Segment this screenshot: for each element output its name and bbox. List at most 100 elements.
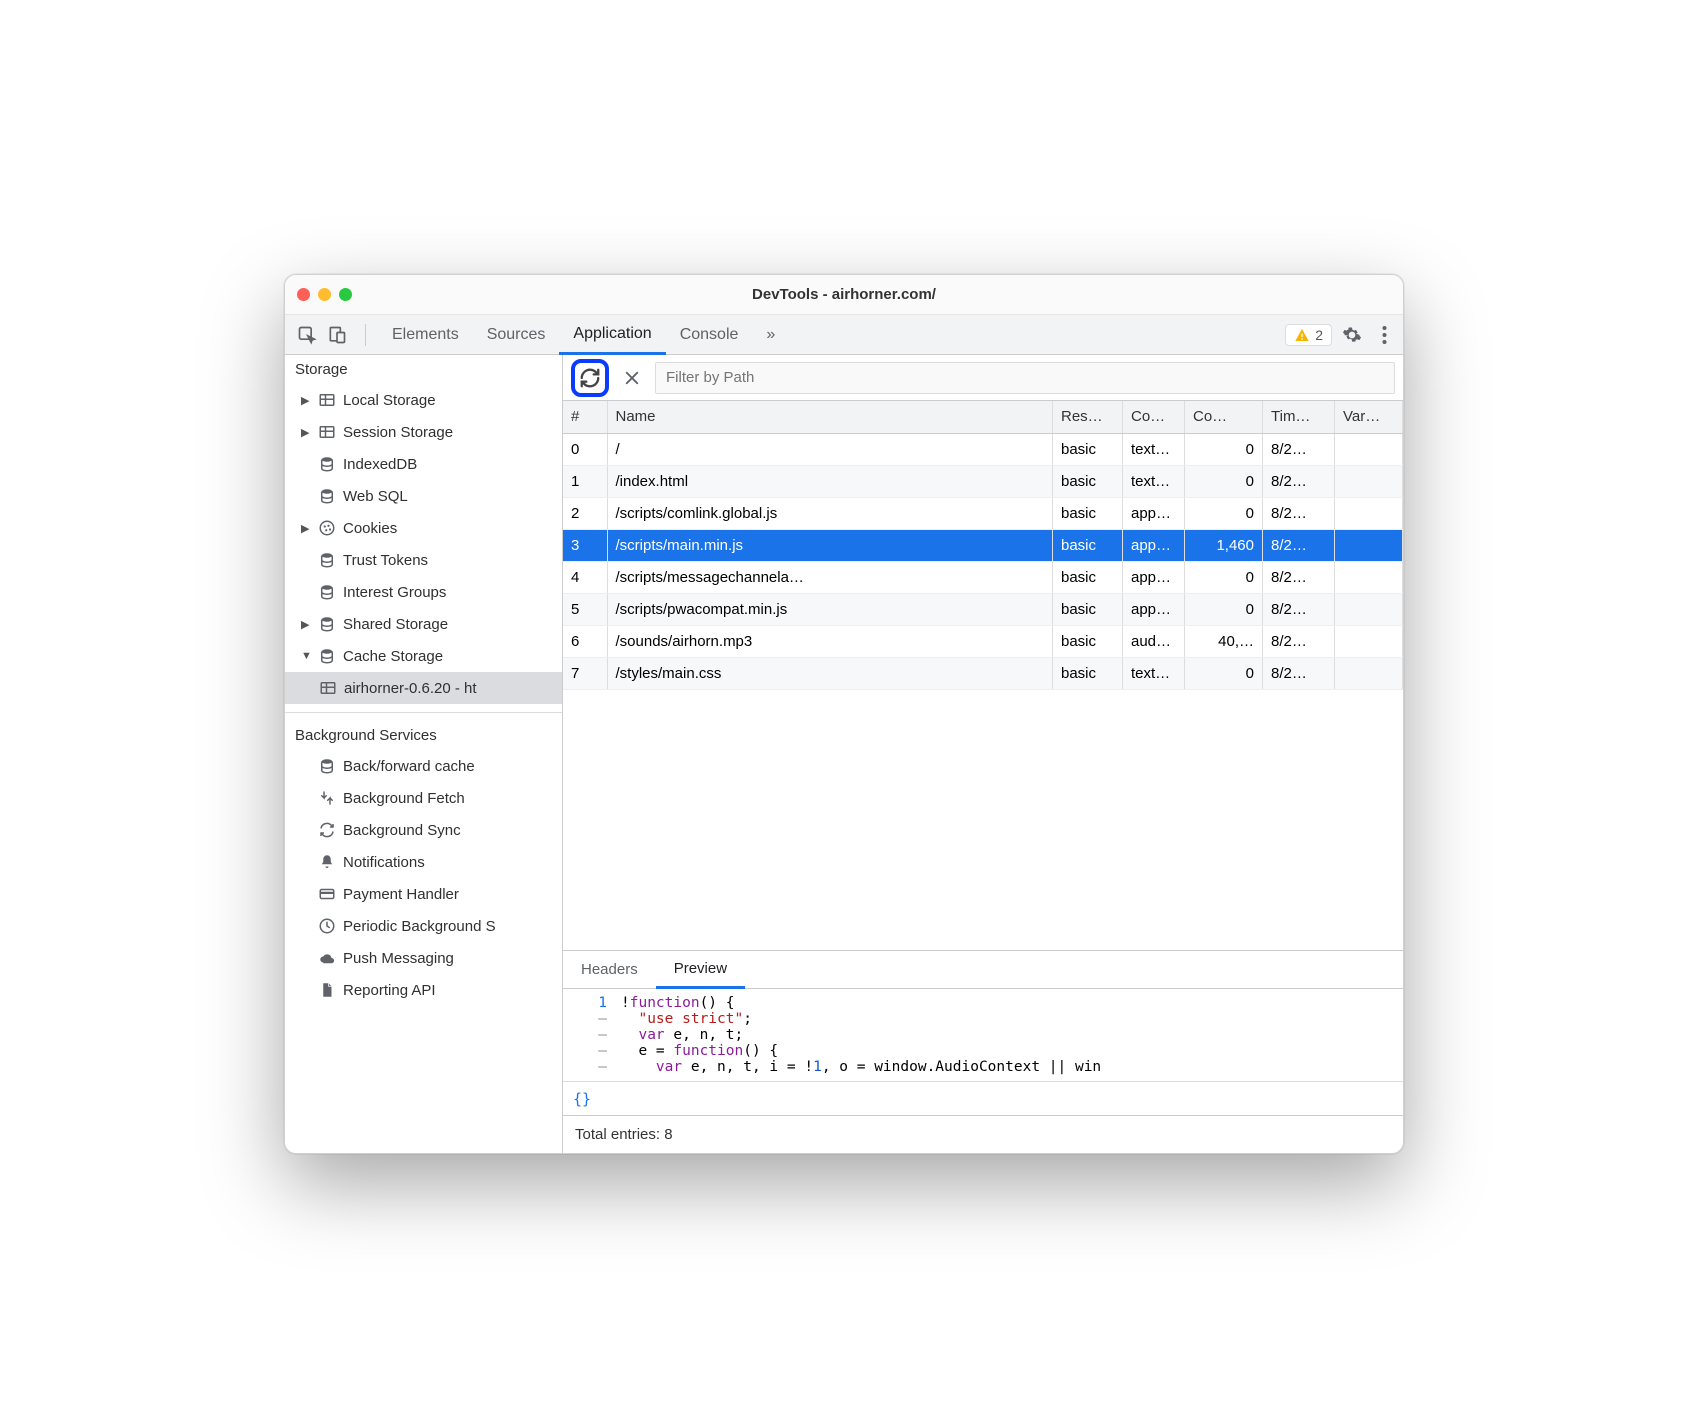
- detail-tab-headers[interactable]: Headers: [563, 951, 656, 988]
- pretty-print-row[interactable]: {}: [563, 1081, 1403, 1115]
- sidebar-item-indexeddb[interactable]: IndexedDB: [285, 448, 562, 480]
- db-icon: [318, 551, 336, 569]
- sidebar-item-background-fetch[interactable]: Background Fetch: [285, 782, 562, 814]
- column-header[interactable]: Var…: [1335, 401, 1403, 433]
- sidebar-item-push-messaging[interactable]: Push Messaging: [285, 942, 562, 974]
- sync-icon: [318, 821, 336, 839]
- table-row[interactable]: 1/index.htmlbasictext…08/2…: [563, 465, 1403, 497]
- tab-application[interactable]: Application: [559, 316, 665, 355]
- cell-ct: aud…: [1123, 625, 1185, 657]
- clear-button[interactable]: [619, 369, 645, 387]
- cell-cl: 0: [1185, 465, 1263, 497]
- sidebar-item-label: Periodic Background S: [343, 918, 496, 935]
- sidebar-item-periodic-background-s[interactable]: Periodic Background S: [285, 910, 562, 942]
- inspect-element-icon[interactable]: [297, 325, 317, 345]
- sidebar-item-local-storage[interactable]: ▶ Local Storage: [285, 384, 562, 416]
- column-header[interactable]: Co…: [1123, 401, 1185, 433]
- cell-ct: app…: [1123, 561, 1185, 593]
- sidebar-item-label: Web SQL: [343, 488, 408, 505]
- filter-input[interactable]: [655, 362, 1395, 394]
- sidebar-item-trust-tokens[interactable]: Trust Tokens: [285, 544, 562, 576]
- cell-cl: 0: [1185, 657, 1263, 689]
- column-header[interactable]: Name: [607, 401, 1053, 433]
- sidebar-item-cookies[interactable]: ▶Cookies: [285, 512, 562, 544]
- column-header[interactable]: Res…: [1053, 401, 1123, 433]
- sidebar-item-label: airhorner-0.6.20 - ht: [344, 680, 477, 697]
- sidebar-item-label: Notifications: [343, 854, 425, 871]
- tab-console[interactable]: Console: [666, 315, 753, 354]
- sidebar-item-airhorner-0-6-20-ht[interactable]: airhorner-0.6.20 - ht: [285, 672, 562, 704]
- cell-tim: 8/2…: [1263, 561, 1335, 593]
- separator: [365, 324, 366, 346]
- sidebar: Storage ▶Local Storage▶Session StorageIn…: [285, 355, 563, 1153]
- cell-n: 1: [563, 465, 607, 497]
- cookie-icon: [318, 519, 336, 537]
- tab-elements[interactable]: Elements: [378, 315, 473, 354]
- cell-ct: app…: [1123, 497, 1185, 529]
- cell-var: [1335, 433, 1403, 465]
- table-row[interactable]: 6/sounds/airhorn.mp3basicaud…40,…8/2…: [563, 625, 1403, 657]
- column-header[interactable]: #: [563, 401, 607, 433]
- sidebar-item-label: Push Messaging: [343, 950, 454, 967]
- detail-tabs: Headers Preview: [563, 951, 1403, 989]
- sidebar-item-payment-handler[interactable]: Payment Handler: [285, 878, 562, 910]
- cell-tim: 8/2…: [1263, 625, 1335, 657]
- settings-button[interactable]: [1332, 325, 1372, 345]
- cell-res: basic: [1053, 657, 1123, 689]
- more-menu-button[interactable]: [1372, 325, 1397, 345]
- close-window-button[interactable]: [297, 288, 310, 301]
- cell-name: /scripts/comlink.global.js: [607, 497, 1053, 529]
- pretty-print-icon: {}: [573, 1090, 591, 1108]
- status-footer: Total entries: 8: [563, 1115, 1403, 1153]
- chevron-right-icon: ▶: [301, 394, 311, 407]
- table-icon: [318, 423, 336, 441]
- sidebar-item-reporting-api[interactable]: Reporting API: [285, 974, 562, 1006]
- warning-count: 2: [1315, 327, 1323, 343]
- sidebar-item-notifications[interactable]: Notifications: [285, 846, 562, 878]
- table-icon: [318, 391, 336, 409]
- cell-n: 0: [563, 433, 607, 465]
- maximize-window-button[interactable]: [339, 288, 352, 301]
- table-row[interactable]: 5/scripts/pwacompat.min.jsbasicapp…08/2…: [563, 593, 1403, 625]
- chevron-right-icon: ▶: [301, 426, 311, 439]
- sidebar-group-bgservices: Background Services: [285, 713, 562, 750]
- table-row[interactable]: 2/scripts/comlink.global.jsbasicapp…08/2…: [563, 497, 1403, 529]
- sidebar-item-session-storage[interactable]: ▶Session Storage: [285, 416, 562, 448]
- column-header[interactable]: Co…: [1185, 401, 1263, 433]
- tab-sources[interactable]: Sources: [473, 315, 560, 354]
- cell-cl: 0: [1185, 497, 1263, 529]
- sidebar-item-label: Local Storage: [343, 392, 436, 409]
- cell-n: 5: [563, 593, 607, 625]
- table-row[interactable]: 7/styles/main.cssbasictext…08/2…: [563, 657, 1403, 689]
- card-icon: [318, 885, 336, 903]
- device-toggle-icon[interactable]: [327, 325, 347, 345]
- detail-tab-preview[interactable]: Preview: [656, 952, 745, 989]
- sidebar-item-web-sql[interactable]: Web SQL: [285, 480, 562, 512]
- fetch-icon: [318, 789, 336, 807]
- warning-badge[interactable]: 2: [1285, 324, 1332, 346]
- tab-overflow[interactable]: »: [752, 315, 789, 354]
- minimize-window-button[interactable]: [318, 288, 331, 301]
- db-icon: [318, 757, 336, 775]
- sidebar-item-shared-storage[interactable]: ▶Shared Storage: [285, 608, 562, 640]
- cell-res: basic: [1053, 529, 1123, 561]
- cell-res: basic: [1053, 497, 1123, 529]
- devtools-window: DevTools - airhorner.com/ Elements Sourc…: [284, 274, 1404, 1154]
- sidebar-item-background-sync[interactable]: Background Sync: [285, 814, 562, 846]
- sidebar-item-cache-storage[interactable]: ▼Cache Storage: [285, 640, 562, 672]
- sidebar-item-back-forward-cache[interactable]: Back/forward cache: [285, 750, 562, 782]
- table-row[interactable]: 0/basictext…08/2…: [563, 433, 1403, 465]
- table-row[interactable]: 4/scripts/messagechannela…basicapp…08/2…: [563, 561, 1403, 593]
- db-icon: [318, 487, 336, 505]
- cell-var: [1335, 497, 1403, 529]
- table-row[interactable]: 3/scripts/main.min.jsbasicapp…1,4608/2…: [563, 529, 1403, 561]
- refresh-button[interactable]: [571, 359, 609, 397]
- main-panel: #NameRes…Co…Co…Tim…Var… 0/basictext…08/2…: [563, 355, 1403, 1153]
- cell-n: 3: [563, 529, 607, 561]
- cloud-icon: [318, 949, 336, 967]
- refresh-icon: [579, 367, 601, 389]
- column-header[interactable]: Tim…: [1263, 401, 1335, 433]
- cell-ct: app…: [1123, 529, 1185, 561]
- cell-res: basic: [1053, 433, 1123, 465]
- sidebar-item-interest-groups[interactable]: Interest Groups: [285, 576, 562, 608]
